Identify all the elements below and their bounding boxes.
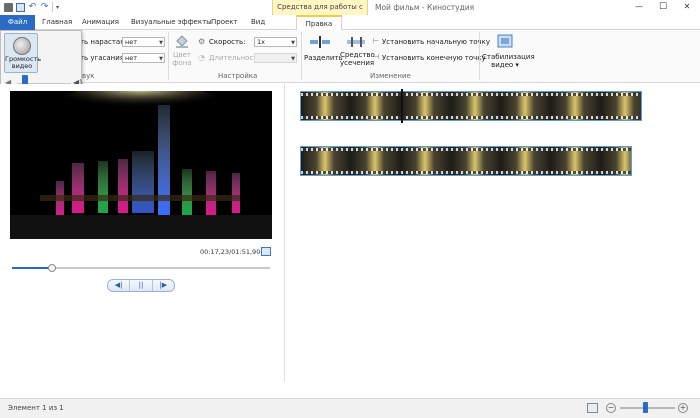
play-pause-button[interactable]: || (130, 280, 153, 291)
tab-edit[interactable]: Правка (296, 15, 342, 31)
qat-separator (52, 2, 53, 12)
trim-tool-button[interactable]: Средство усечения (340, 51, 375, 67)
seek-bar-thumb[interactable] (47, 264, 56, 272)
close-button[interactable]: ✕ (676, 0, 698, 15)
chevron-down-icon: ▼ (159, 40, 163, 46)
tab-project[interactable]: Проект (205, 15, 244, 30)
speed-value: 1x (257, 38, 265, 46)
duration-icon: ◔ (198, 53, 205, 62)
bg-color-button[interactable]: Цвет фона (172, 51, 192, 67)
speed-icon: ⚙ (198, 37, 206, 46)
chevron-down-icon: ▼ (291, 40, 295, 46)
group-label-editing: Изменение (370, 72, 411, 80)
preview-pane: 00:17,23/01:51,90 ◀| || |▶ (0, 84, 285, 382)
save-icon[interactable] (16, 2, 25, 12)
group-separator (479, 32, 480, 80)
stabilization-icon (496, 33, 514, 51)
context-group-title: Средства для работы с видео (272, 0, 368, 26)
zoom-slider-thumb[interactable] (642, 402, 648, 413)
status-text: Элемент 1 из 1 (8, 404, 64, 412)
undo-icon[interactable]: ↶ (28, 2, 37, 12)
film-sprocket (301, 116, 641, 119)
tab-visual-effects[interactable]: Визуальные эффекты (125, 15, 218, 30)
status-bar: Элемент 1 из 1 − + (0, 398, 700, 418)
minimize-button[interactable]: — (628, 0, 650, 15)
speed-label: Скорость: (209, 38, 246, 46)
playhead[interactable] (401, 89, 403, 123)
fade-out-value: нет (125, 54, 138, 62)
video-clip[interactable] (300, 91, 642, 121)
tab-view[interactable]: Вид (245, 15, 271, 30)
split-button[interactable]: Разделить (304, 54, 343, 62)
next-frame-button[interactable]: |▶ (153, 280, 174, 291)
chevron-down-icon: ▼ (291, 56, 295, 62)
chevron-down-icon: ▾ (515, 61, 519, 69)
previous-frame-button[interactable]: ◀| (108, 280, 131, 291)
maximize-button[interactable]: ☐ (652, 0, 674, 15)
tab-animation[interactable]: Анимация (76, 15, 125, 30)
zoom-out-button[interactable]: − (606, 403, 616, 413)
timecode: 00:17,23/01:51,90 (200, 248, 261, 256)
video-volume-button[interactable]: Громкость видео (4, 33, 42, 73)
set-end-icon: ⊣ (373, 53, 380, 61)
zoom-in-button[interactable]: + (678, 403, 688, 413)
group-label-settings: Настройка (218, 72, 258, 80)
playback-controls: ◀| || |▶ (107, 279, 175, 292)
video-volume-label: Громкость видео (5, 55, 42, 70)
ribbon: Скорость нарастания: нет ▼ Скорость угаса… (0, 30, 700, 83)
split-icon (309, 35, 331, 49)
chevron-down-icon: ▼ (159, 56, 163, 62)
video-clip[interactable] (300, 146, 632, 176)
film-sprocket (301, 171, 631, 174)
tab-file[interactable]: Файл (0, 15, 35, 30)
video-preview[interactable] (10, 91, 272, 239)
set-start-button[interactable]: Установить начальную точку (382, 38, 490, 46)
paint-bucket-icon (174, 33, 190, 49)
fade-in-value: нет (125, 38, 138, 46)
stabilization-label: Стабилизация видео (482, 53, 535, 69)
speed-select[interactable]: 1x ▼ (254, 37, 297, 47)
group-label-audio: вук (82, 72, 95, 80)
fade-out-select[interactable]: нет ▼ (122, 53, 165, 63)
title-bar: ↶ ↷ ▾ Средства для работы с видео Мой фи… (0, 0, 700, 26)
fountain-image (10, 91, 272, 239)
tab-home[interactable]: Главная (36, 15, 78, 30)
trim-icon (345, 35, 367, 49)
stabilization-button[interactable]: Стабилизация видео ▾ (482, 53, 535, 69)
quick-access-toolbar: ↶ ↷ ▾ (4, 2, 59, 12)
storyboard-pane (286, 84, 700, 382)
redo-icon[interactable]: ↷ (40, 2, 49, 12)
qat-dropdown-icon[interactable]: ▾ (56, 4, 59, 11)
fade-in-select[interactable]: нет ▼ (122, 37, 165, 47)
set-start-icon: ⊢ (373, 37, 380, 45)
group-separator (168, 32, 169, 80)
group-separator (301, 32, 302, 80)
ribbon-tabs: Файл Главная Анимация Визуальные эффекты… (0, 15, 700, 31)
app-icon[interactable] (4, 2, 13, 12)
fullscreen-icon[interactable] (261, 247, 271, 256)
film-sprocket (301, 148, 631, 151)
duration-select[interactable]: ▼ (254, 53, 297, 63)
window-title: Мой фильм - Киностудия (375, 3, 475, 12)
set-end-button[interactable]: Установить конечную точку (382, 54, 486, 62)
thumbnail-size-icon[interactable] (587, 403, 598, 413)
seek-bar-progress (12, 267, 52, 269)
volume-icon (13, 37, 31, 55)
film-sprocket (301, 93, 641, 96)
